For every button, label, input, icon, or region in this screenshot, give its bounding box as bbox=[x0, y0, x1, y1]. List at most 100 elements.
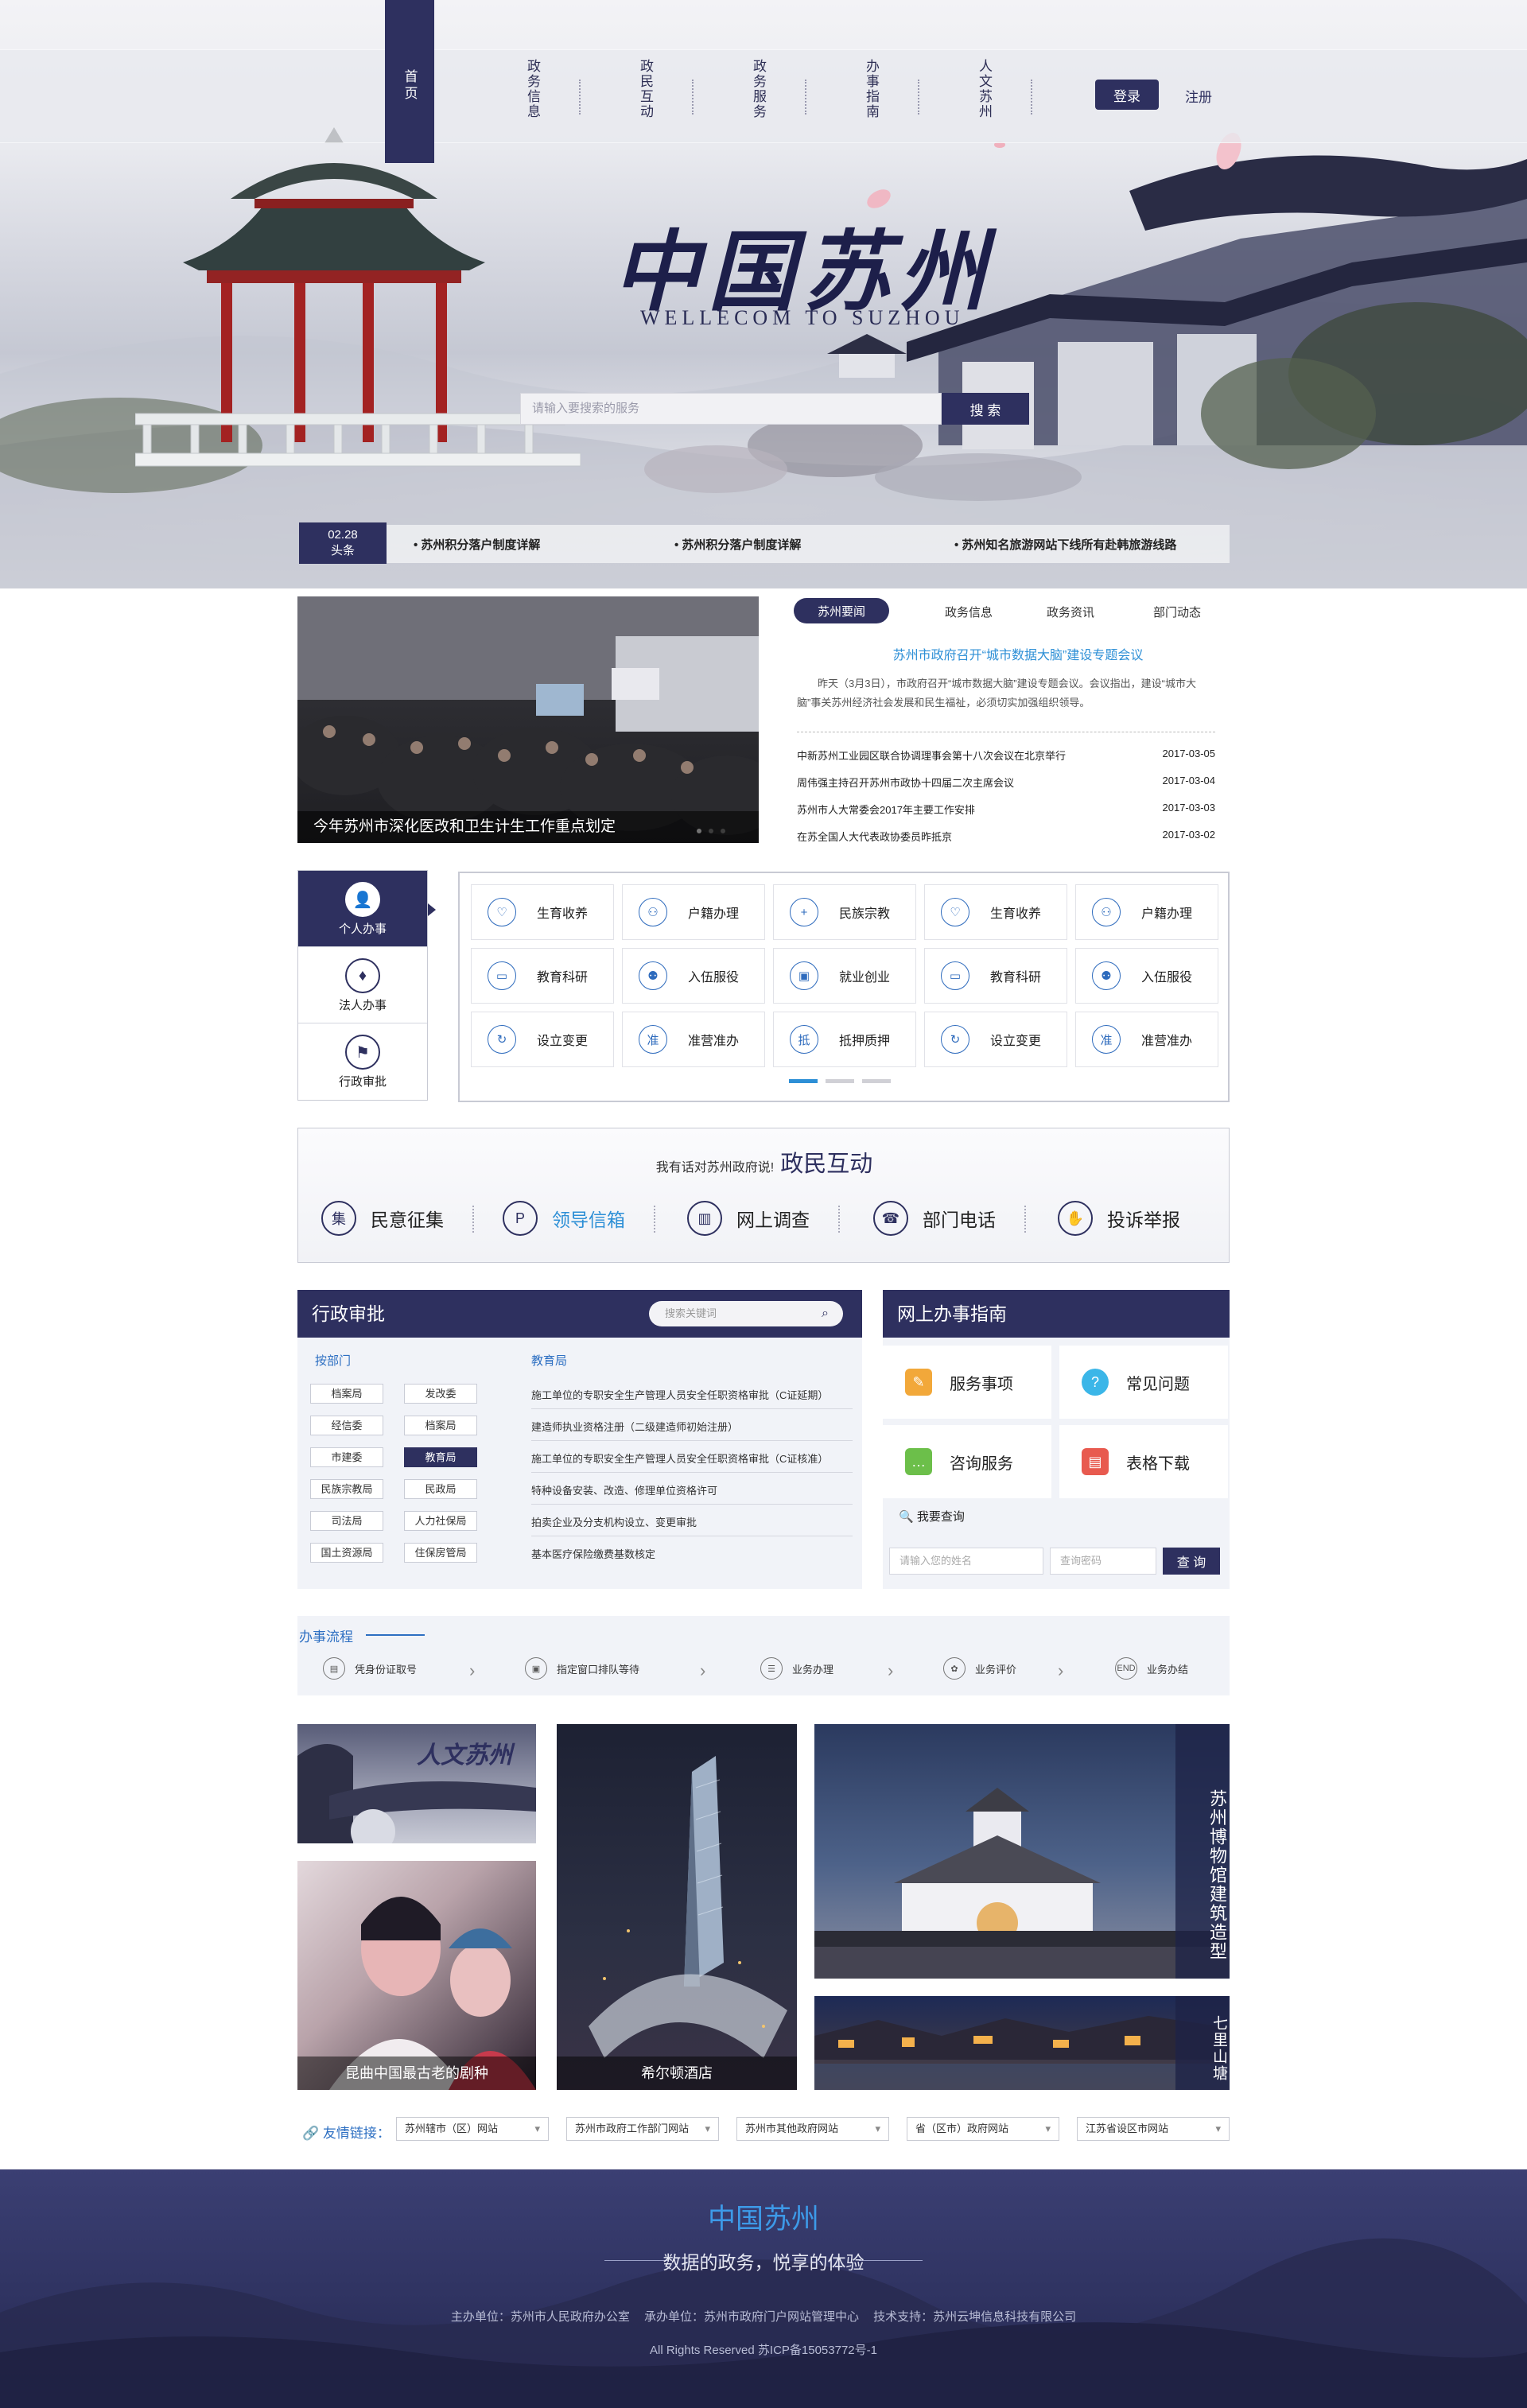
news-list-item[interactable]: 苏州市人大常委会2017年主要工作安排 2017-03-03 bbox=[797, 802, 1215, 817]
interaction-item[interactable]: ▥ 网上调查 bbox=[687, 1201, 810, 1236]
approval-item[interactable]: 基本医疗保险缴费基数核定 bbox=[531, 1546, 853, 1567]
friendly-link-select[interactable]: 苏州市其他政府网站 bbox=[736, 2117, 889, 2141]
news-tab-dept[interactable]: 部门动态 bbox=[1153, 604, 1201, 620]
register-link[interactable]: 注册 bbox=[1185, 86, 1212, 106]
dept-button[interactable]: 司法局 bbox=[310, 1511, 383, 1531]
category-personal[interactable]: 👤 个人办事 bbox=[298, 871, 427, 947]
dept-button[interactable]: 市建委 bbox=[310, 1447, 383, 1467]
service-item[interactable]: ⚉ 入伍服役 bbox=[1075, 948, 1218, 1004]
service-label: 准营准办 bbox=[688, 1035, 740, 1048]
nav-item-gov-info[interactable]: 政务信息 bbox=[517, 59, 541, 119]
service-item[interactable]: ⚉ 入伍服役 bbox=[622, 948, 765, 1004]
interaction-item[interactable]: P 领导信箱 bbox=[503, 1201, 625, 1236]
service-item[interactable]: ▭ 教育科研 bbox=[924, 948, 1067, 1004]
dept-button[interactable]: 国土资源局 bbox=[310, 1543, 383, 1563]
query-button[interactable]: 查 询 bbox=[1163, 1548, 1220, 1575]
query-password-input[interactable]: 查询密码 bbox=[1050, 1548, 1156, 1575]
nav-separator bbox=[1031, 80, 1032, 115]
dept-button[interactable]: 住保房管局 bbox=[404, 1543, 477, 1563]
friendly-link-select[interactable]: 省（区市）政府网站 bbox=[907, 2117, 1059, 2141]
service-item[interactable]: 准 准营准办 bbox=[622, 1012, 765, 1067]
nav-item-culture[interactable]: 人文苏州 bbox=[969, 59, 993, 119]
nav-item-interaction[interactable]: 政民互动 bbox=[630, 59, 654, 119]
news-headline[interactable]: 苏州市政府召开“城市数据大脑”建设专题会议 bbox=[795, 644, 1241, 663]
service-item[interactable]: 抵 抵押质押 bbox=[773, 1012, 916, 1067]
service-item[interactable]: ▭ 教育科研 bbox=[471, 948, 614, 1004]
guide-cell[interactable]: ▤ 表格下载 bbox=[1059, 1425, 1228, 1498]
login-button[interactable]: 登录 bbox=[1095, 80, 1159, 110]
service-item[interactable]: ⚇ 户籍办理 bbox=[1075, 884, 1218, 940]
interaction-item[interactable]: ✋ 投诉举报 bbox=[1058, 1201, 1180, 1236]
service-icon: + bbox=[790, 898, 818, 926]
gallery-museum[interactable]: 苏州博物馆建筑造型 bbox=[814, 1724, 1230, 1979]
category-approval[interactable]: ⚑ 行政审批 bbox=[298, 1023, 427, 1100]
pager-dot[interactable] bbox=[826, 1079, 854, 1083]
process-step: ☰ 业务办理 bbox=[760, 1657, 833, 1680]
dept-button[interactable]: 发改委 bbox=[404, 1384, 477, 1404]
dept-button[interactable]: 经信委 bbox=[310, 1416, 383, 1435]
name-input[interactable]: 请输入您的姓名 bbox=[889, 1548, 1043, 1575]
service-item[interactable]: 准 准营准办 bbox=[1075, 1012, 1218, 1067]
service-item[interactable]: ♡ 生育收养 bbox=[924, 884, 1067, 940]
news-tab-gov-news[interactable]: 政务资讯 bbox=[1047, 604, 1094, 620]
nav-item-gov-service[interactable]: 政务服务 bbox=[743, 59, 767, 119]
category-corporate[interactable]: ♦ 法人办事 bbox=[298, 947, 427, 1023]
news-list-item[interactable]: 中新苏州工业园区联合协调理事会第十八次会议在北京举行 2017-03-05 bbox=[797, 748, 1215, 763]
dept-button[interactable]: 人力社保局 bbox=[404, 1511, 477, 1531]
search-icon[interactable]: ⌕ bbox=[822, 1301, 829, 1326]
service-item[interactable]: ↻ 设立变更 bbox=[924, 1012, 1067, 1067]
dept-button[interactable]: 教育局 bbox=[404, 1447, 477, 1467]
search-button[interactable]: 搜 索 bbox=[942, 393, 1029, 425]
pager-dot[interactable] bbox=[862, 1079, 891, 1083]
approval-item[interactable]: 建造师执业资格注册（二级建造师初始注册） bbox=[531, 1419, 853, 1441]
dept-button[interactable]: 民族宗教局 bbox=[310, 1479, 383, 1499]
interaction-item[interactable]: ☎ 部门电话 bbox=[873, 1201, 996, 1236]
approval-item[interactable]: 施工单位的专职安全生产管理人员安全任职资格审批（C证延期） bbox=[531, 1387, 853, 1409]
service-icon: ↻ bbox=[488, 1025, 516, 1054]
news-tab-suzhou[interactable]: 苏州要闻 bbox=[794, 598, 889, 623]
service-item[interactable]: ↻ 设立变更 bbox=[471, 1012, 614, 1067]
guide-cell[interactable]: ? 常见问题 bbox=[1059, 1346, 1228, 1419]
nav-home-tab[interactable]: 首页 bbox=[385, 0, 434, 163]
news-list-item[interactable]: 在苏全国人大代表政协委员昨抵京 2017-03-02 bbox=[797, 829, 1215, 844]
approval-search-input[interactable]: 搜索关键词 ⌕ bbox=[649, 1301, 843, 1326]
approval-item[interactable]: 特种设备安装、改造、修理单位资格许可 bbox=[531, 1482, 853, 1505]
ticker-item[interactable]: • 苏州积分落户制度详解 bbox=[414, 536, 540, 553]
interaction-item[interactable]: 集民意征集 bbox=[321, 1201, 444, 1236]
gallery-hilton[interactable]: 希尔顿酒店 bbox=[557, 1724, 797, 2090]
friendly-link-select[interactable]: 苏州市政府工作部门网站 bbox=[566, 2117, 719, 2141]
dept-button[interactable]: 档案局 bbox=[310, 1384, 383, 1404]
friendly-link-select[interactable]: 苏州辖市（区）网站 bbox=[396, 2117, 549, 2141]
gallery-shantang[interactable]: 七里山塘 bbox=[814, 1996, 1230, 2090]
interaction-separator bbox=[1024, 1206, 1026, 1233]
search-input[interactable]: 请输入要搜索的服务 bbox=[520, 393, 942, 425]
news-item-title: 周伟强主持召开苏州市政协十四届二次主席会议 bbox=[797, 777, 1015, 789]
dept-button[interactable]: 档案局 bbox=[404, 1416, 477, 1435]
guide-cell[interactable]: ✎ 服务事项 bbox=[883, 1346, 1051, 1419]
friendly-link-select[interactable]: 江苏省设区市网站 bbox=[1077, 2117, 1230, 2141]
news-item-date: 2017-03-03 bbox=[1162, 802, 1216, 814]
service-label: 生育收养 bbox=[537, 907, 589, 921]
service-item[interactable]: ♡ 生育收养 bbox=[471, 884, 614, 940]
news-tab-gov-info[interactable]: 政务信息 bbox=[945, 604, 993, 620]
pager-dot-active[interactable] bbox=[789, 1079, 818, 1083]
guide-cell[interactable]: … 咨询服务 bbox=[883, 1425, 1051, 1498]
ticker-item[interactable]: • 苏州积分落户制度详解 bbox=[674, 536, 801, 553]
service-icon: ↻ bbox=[941, 1025, 969, 1054]
service-label: 入伍服役 bbox=[688, 971, 740, 985]
service-item[interactable]: + 民族宗教 bbox=[773, 884, 916, 940]
gallery-culture[interactable]: 人文苏州 bbox=[297, 1724, 536, 1843]
news-list-item[interactable]: 周伟强主持召开苏州市政协十四届二次主席会议 2017-03-04 bbox=[797, 775, 1215, 790]
person-icon: 👤 bbox=[345, 882, 380, 917]
dept-button[interactable]: 民政局 bbox=[404, 1479, 477, 1499]
nav-item-guide[interactable]: 办事指南 bbox=[856, 59, 880, 119]
news-summary: 昨天（3月3日），市政府召开“城市数据大脑”建设专题会议。会议指出，建设“城市大… bbox=[797, 678, 1196, 709]
ticker-item[interactable]: • 苏州知名旅游网站下线所有赴韩旅游线路 bbox=[954, 536, 1176, 553]
approval-item[interactable]: 施工单位的专职安全生产管理人员安全任职资格审批（C证核准） bbox=[531, 1451, 853, 1473]
gallery-kunqu[interactable]: 昆曲中国最古老的剧种 bbox=[297, 1861, 536, 2090]
approval-item[interactable]: 拍卖企业及分支机构设立、变更审批 bbox=[531, 1514, 853, 1536]
news-photo[interactable] bbox=[297, 596, 759, 843]
service-item[interactable]: ▣ 就业创业 bbox=[773, 948, 916, 1004]
service-item[interactable]: ⚇ 户籍办理 bbox=[622, 884, 765, 940]
nav-home-label: 首页 bbox=[402, 69, 418, 103]
